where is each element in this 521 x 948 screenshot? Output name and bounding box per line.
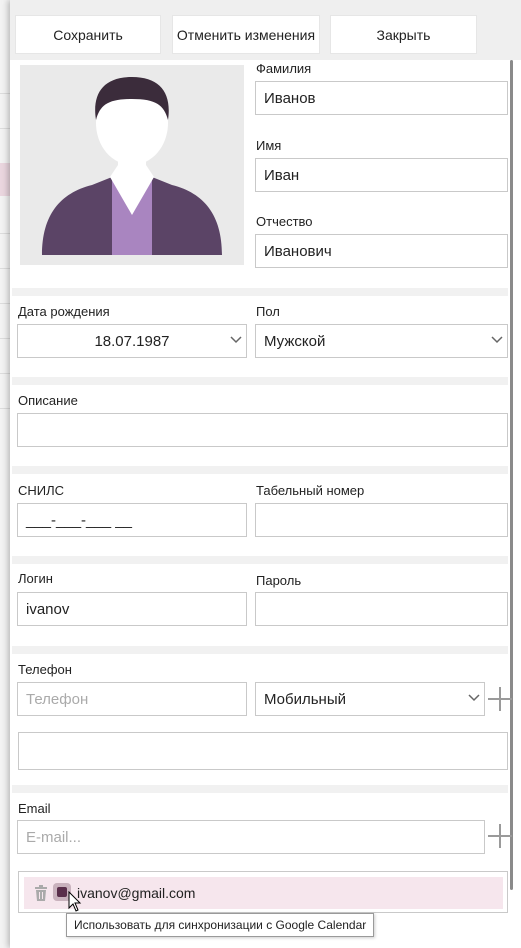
cancel-changes-button[interactable]: Отменить изменения [172,15,320,54]
section-divider [12,466,508,474]
description-label: Описание [18,393,78,408]
mouse-pointer-icon [68,890,82,913]
chevron-down-icon[interactable] [230,335,242,345]
birth-date-value: 18.07.1987 [94,332,170,350]
employee-edit-panel: Сохранить Отменить изменения Закрыть Фам… [10,0,521,948]
close-button[interactable]: Закрыть [330,15,477,54]
chevron-down-icon[interactable] [491,335,503,345]
trash-icon[interactable] [34,885,48,901]
chevron-down-icon[interactable] [468,693,480,703]
phone-list-box [18,732,508,770]
add-phone-plus-icon[interactable] [488,687,512,711]
section-divider [12,288,508,296]
login-field[interactable]: ivanov [17,592,247,626]
toolbar: Сохранить Отменить изменения Закрыть [10,0,521,60]
email-list-item: ivanov@gmail.com [24,877,503,909]
gender-select[interactable]: Мужской [255,324,508,358]
avatar[interactable] [20,65,244,265]
phone-type-select[interactable]: Мобильный [255,682,485,716]
last-name-field[interactable]: Иванов [255,81,508,115]
email-list-box: ivanov@gmail.com [18,871,508,913]
phone-type-value: Мобильный [264,690,346,708]
phone-field[interactable]: Телефон [17,682,247,716]
section-divider [12,377,508,385]
scrollbar-thumb[interactable] [510,60,513,890]
snils-label: СНИЛС [18,483,65,498]
snils-field[interactable]: ___-___-___ __ [17,503,247,537]
toggle-indicator [57,887,67,897]
email-input[interactable]: E-mail... [17,820,485,854]
birth-date-field[interactable]: 18.07.1987 [17,324,247,358]
save-button[interactable]: Сохранить [15,15,161,54]
tab-number-label: Табельный номер [256,483,365,498]
middle-name-label: Отчество [256,214,313,229]
tab-number-field[interactable] [255,503,508,537]
birth-date-label: Дата рождения [18,304,110,319]
gender-value: Мужской [264,332,326,350]
section-divider [12,785,508,793]
email-address: ivanov@gmail.com [77,885,196,901]
description-field[interactable] [17,413,508,447]
section-divider [12,556,508,564]
phone-label: Телефон [18,662,72,677]
sync-tooltip: Использовать для синхронизации с Google … [66,913,375,937]
first-name-label: Имя [256,138,282,153]
avatar-silhouette-icon [42,77,222,255]
section-divider [12,646,508,654]
add-email-plus-icon[interactable] [488,824,512,848]
middle-name-field[interactable]: Иванович [255,234,508,268]
login-label: Логин [18,571,53,586]
email-label: Email [18,801,51,816]
gender-label: Пол [256,304,280,319]
first-name-field[interactable]: Иван [255,158,508,192]
password-field[interactable] [255,592,508,626]
password-label: Пароль [256,573,302,588]
last-name-label: Фамилия [256,61,312,76]
